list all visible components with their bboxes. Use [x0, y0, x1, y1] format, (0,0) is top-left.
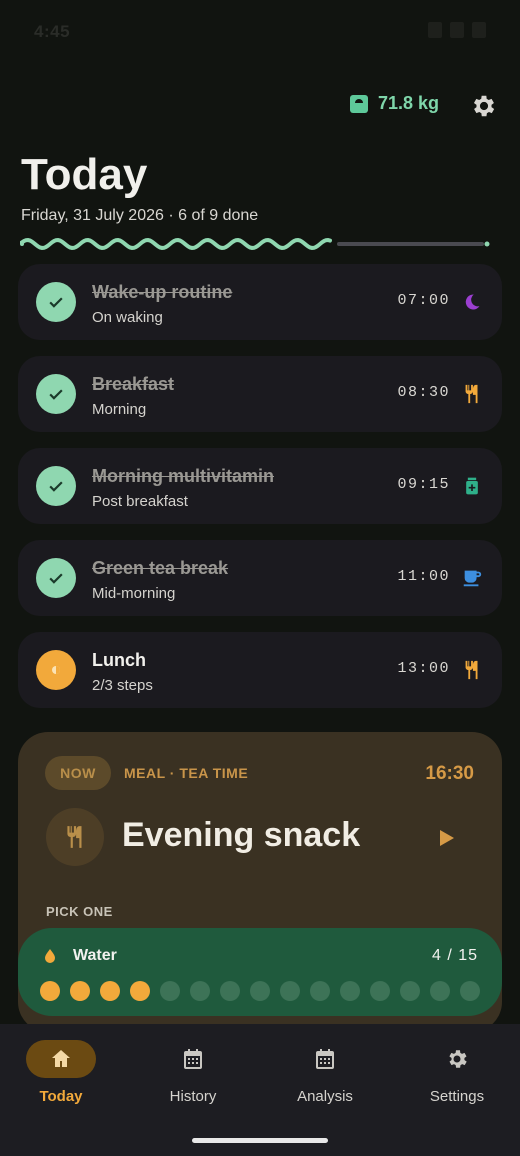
- fork-knife-icon: [460, 382, 484, 406]
- nav-analysis[interactable]: Analysis: [260, 1040, 390, 1120]
- task-row[interactable]: Morning multivitamin Post breakfast 09:15: [18, 448, 502, 524]
- water-drop-icon: [45, 949, 55, 963]
- now-badge: NOW: [45, 756, 111, 790]
- check-icon[interactable]: [36, 282, 76, 322]
- water-dot[interactable]: [70, 981, 90, 1001]
- water-dot[interactable]: [460, 981, 480, 1001]
- nav-today[interactable]: Today: [0, 1040, 126, 1120]
- current-time: 16:30: [425, 763, 474, 784]
- nav-label: Today: [39, 1088, 83, 1105]
- play-icon[interactable]: [440, 830, 454, 846]
- check-icon[interactable]: [36, 466, 76, 506]
- water-dot[interactable]: [310, 981, 330, 1001]
- fork-knife-icon: [460, 658, 484, 682]
- gear-icon[interactable]: [470, 92, 498, 120]
- calendar-icon: [158, 1040, 228, 1078]
- home-icon: [26, 1040, 96, 1078]
- check-icon[interactable]: [36, 374, 76, 414]
- task-time: 09:15: [397, 476, 450, 493]
- partial-progress-icon[interactable]: [36, 650, 76, 690]
- meal-icon-circle: [46, 808, 104, 866]
- task-subtitle: Mid-morning: [92, 585, 176, 602]
- task-name: Wake-up routine: [92, 282, 233, 302]
- task-row[interactable]: Breakfast Morning 08:30: [18, 356, 502, 432]
- task-row[interactable]: Wake-up routine On waking 07:00: [18, 264, 502, 340]
- check-icon[interactable]: [36, 558, 76, 598]
- task-row[interactable]: Green tea break Mid-morning 11:00: [18, 540, 502, 616]
- calendar-icon: [290, 1040, 360, 1078]
- water-dot[interactable]: [40, 981, 60, 1001]
- water-label: Water: [73, 947, 117, 964]
- water-dot[interactable]: [430, 981, 450, 1001]
- task-subtitle: On waking: [92, 309, 163, 326]
- cup-icon: [460, 566, 484, 590]
- task-time: 08:30: [397, 384, 450, 401]
- nav-settings[interactable]: Settings: [392, 1040, 520, 1120]
- moon-icon: [460, 290, 484, 314]
- nav-label: Settings: [429, 1088, 485, 1105]
- task-name: Lunch: [92, 650, 146, 670]
- task-name: Morning multivitamin: [92, 466, 274, 486]
- nav-label: Analysis: [297, 1088, 353, 1105]
- water-dot[interactable]: [160, 981, 180, 1001]
- weight-chip[interactable]: 71.8 kg: [350, 93, 439, 114]
- water-dot[interactable]: [220, 981, 240, 1001]
- page-title: Today: [21, 150, 148, 199]
- status-time: 4:45: [34, 22, 71, 41]
- water-dot[interactable]: [100, 981, 120, 1001]
- water-dot[interactable]: [400, 981, 420, 1001]
- progress-bar: [20, 237, 490, 251]
- water-dot[interactable]: [280, 981, 300, 1001]
- task-name: Breakfast: [92, 374, 175, 394]
- task-subtitle: Post breakfast: [92, 493, 188, 510]
- water-count: 4 / 15: [431, 947, 478, 964]
- meal-category-label: MEAL · TEA TIME: [124, 765, 249, 781]
- task-time: 13:00: [397, 660, 450, 677]
- task-name: Green tea break: [92, 558, 229, 578]
- water-dots: [40, 981, 480, 1001]
- progress-wave: [20, 237, 332, 251]
- pill-bottle-icon: [460, 474, 484, 498]
- task-time: 07:00: [397, 292, 450, 309]
- weight-value: 71.8 kg: [378, 93, 440, 113]
- pick-one-label: PICK ONE: [46, 904, 113, 919]
- water-dot[interactable]: [190, 981, 210, 1001]
- gear-icon: [422, 1040, 492, 1078]
- progress-end-dot: [484, 241, 490, 247]
- water-dot[interactable]: [130, 981, 150, 1001]
- status-icons: [428, 22, 486, 38]
- task-subtitle: 2/3 steps: [92, 677, 153, 694]
- page-subtitle: Friday, 31 July 2026 · 6 of 9 done: [21, 207, 259, 224]
- task-subtitle: Morning: [92, 401, 147, 418]
- status-bar: 4:45: [0, 0, 520, 64]
- water-dot[interactable]: [250, 981, 270, 1001]
- water-dot[interactable]: [340, 981, 360, 1001]
- nav-label: History: [169, 1088, 217, 1105]
- task-time: 11:00: [397, 568, 450, 585]
- nav-history[interactable]: History: [128, 1040, 258, 1120]
- task-row[interactable]: Lunch 2/3 steps 13:00: [18, 632, 502, 708]
- scale-icon: [350, 94, 368, 113]
- water-tracker[interactable]: Water 4 / 15: [18, 928, 502, 1016]
- current-task-title: Evening snack: [122, 816, 361, 854]
- bottom-nav: Today History Analysis Settings: [0, 1024, 520, 1156]
- home-indicator[interactable]: [192, 1138, 328, 1143]
- water-dot[interactable]: [370, 981, 390, 1001]
- fork-knife-icon: [67, 826, 82, 848]
